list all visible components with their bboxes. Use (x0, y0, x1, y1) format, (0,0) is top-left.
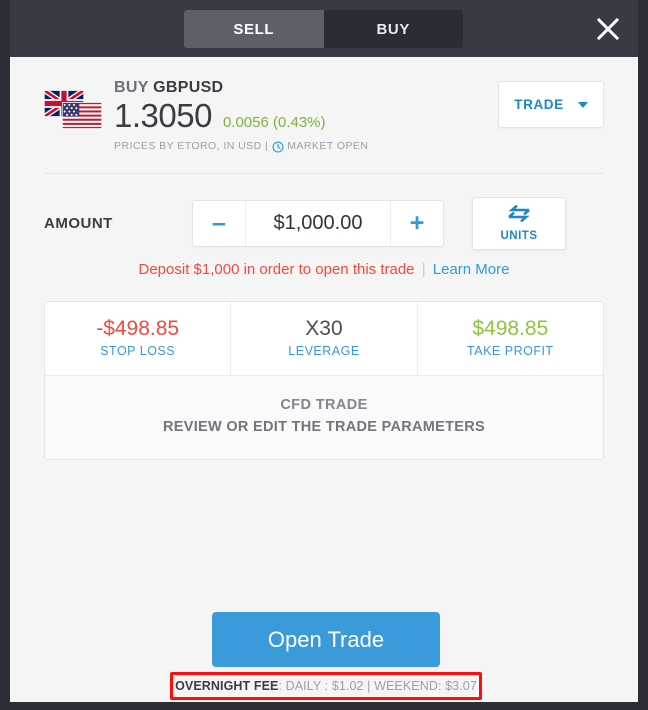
chevron-down-icon (577, 101, 588, 108)
trade-parameters-card: -$498.85 STOP LOSS X30 LEVERAGE $498.85 … (44, 300, 604, 460)
cfd-section[interactable]: CFD TRADE REVIEW OR EDIT THE TRADE PARAM… (45, 374, 603, 459)
units-toggle-button[interactable]: UNITS (472, 196, 566, 250)
open-trade-button[interactable]: Open Trade (212, 612, 440, 667)
take-profit-cell[interactable]: $498.85 TAKE PROFIT (416, 301, 603, 375)
dialog-header: SELL BUY (10, 0, 638, 57)
learn-more-link[interactable]: Learn More (433, 261, 510, 278)
price-line: 1.3050 0.0056 (0.43%) (114, 97, 368, 134)
side-toggle: SELL BUY (184, 10, 463, 48)
minus-icon: – (212, 208, 226, 237)
leverage-value: X30 (305, 316, 343, 340)
clock-icon (272, 141, 284, 153)
amount-label: AMOUNT (44, 214, 113, 232)
tab-buy-label: BUY (376, 20, 410, 38)
take-profit-value: $498.85 (472, 316, 549, 340)
stop-loss-cell[interactable]: -$498.85 STOP LOSS (45, 302, 230, 375)
tab-sell[interactable]: SELL (184, 10, 324, 48)
deposit-warning-text: Deposit $1,000 in order to open this tra… (138, 260, 415, 278)
trade-dropdown[interactable]: TRADE (498, 81, 604, 128)
overnight-fee-strong: OVERNIGHT FEE (175, 679, 279, 693)
trade-dialog: SELL BUY BUY GBPUSD 1.3050 0.0056 (0.43%… (10, 0, 638, 702)
stop-loss-label: STOP LOSS (100, 343, 176, 358)
cfd-title: CFD TRADE (280, 396, 368, 413)
tab-buy[interactable]: BUY (323, 10, 463, 48)
overnight-fee-text: OVERNIGHT FEE: DAILY : $1.02 | WEEKEND: … (175, 679, 477, 693)
deposit-separator: | (421, 260, 426, 278)
us-flag-icon (62, 102, 102, 129)
amount-row: AMOUNT – $1,000.00 + UNITS (10, 196, 638, 250)
instrument-symbol: GBPUSD (153, 79, 224, 96)
close-icon[interactable] (590, 11, 626, 47)
amount-stepper: – $1,000.00 + (192, 199, 444, 247)
price-meta: PRICES BY ETORO, IN USD | MARKET OPEN (114, 139, 369, 153)
overnight-fee-highlight: OVERNIGHT FEE: DAILY : $1.02 | WEEKEND: … (170, 672, 482, 700)
amount-decrement-button[interactable]: – (193, 200, 246, 246)
price-change: 0.0056 (0.43%) (222, 114, 326, 131)
instrument-price: 1.3050 (114, 97, 212, 134)
instrument-info: BUY GBPUSD 1.3050 0.0056 (0.43%) PRICES … (114, 79, 369, 153)
section-divider (44, 172, 604, 174)
tab-sell-label: SELL (233, 20, 275, 38)
trade-direction: BUY (114, 79, 149, 96)
deposit-warning: Deposit $1,000 in order to open this tra… (10, 261, 638, 278)
parameters-row: -$498.85 STOP LOSS X30 LEVERAGE $498.85 … (45, 301, 603, 375)
leverage-label: LEVERAGE (288, 343, 360, 358)
amount-increment-button[interactable]: + (390, 200, 443, 246)
swap-arrows-icon (507, 204, 531, 227)
stop-loss-value: -$498.85 (96, 316, 180, 340)
plus-icon: + (409, 208, 425, 237)
instrument-title: BUY GBPUSD (114, 79, 368, 97)
market-status-label: MARKET OPEN (287, 139, 369, 152)
leverage-cell[interactable]: X30 LEVERAGE (230, 301, 416, 375)
price-source-label: PRICES BY ETORO, IN USD | (114, 139, 269, 152)
instrument-flags (44, 90, 106, 136)
page-backdrop: SELL BUY BUY GBPUSD 1.3050 0.0056 (0.43%… (0, 0, 648, 710)
trade-dropdown-label: TRADE (514, 97, 564, 112)
take-profit-label: TAKE PROFIT (467, 343, 554, 358)
overnight-fee-rest: : DAILY : $1.02 | WEEKEND: $3.07 (278, 679, 477, 693)
units-label: UNITS (500, 229, 538, 242)
cfd-subtitle: REVIEW OR EDIT THE TRADE PARAMETERS (163, 418, 485, 435)
amount-input[interactable]: $1,000.00 (246, 201, 390, 246)
